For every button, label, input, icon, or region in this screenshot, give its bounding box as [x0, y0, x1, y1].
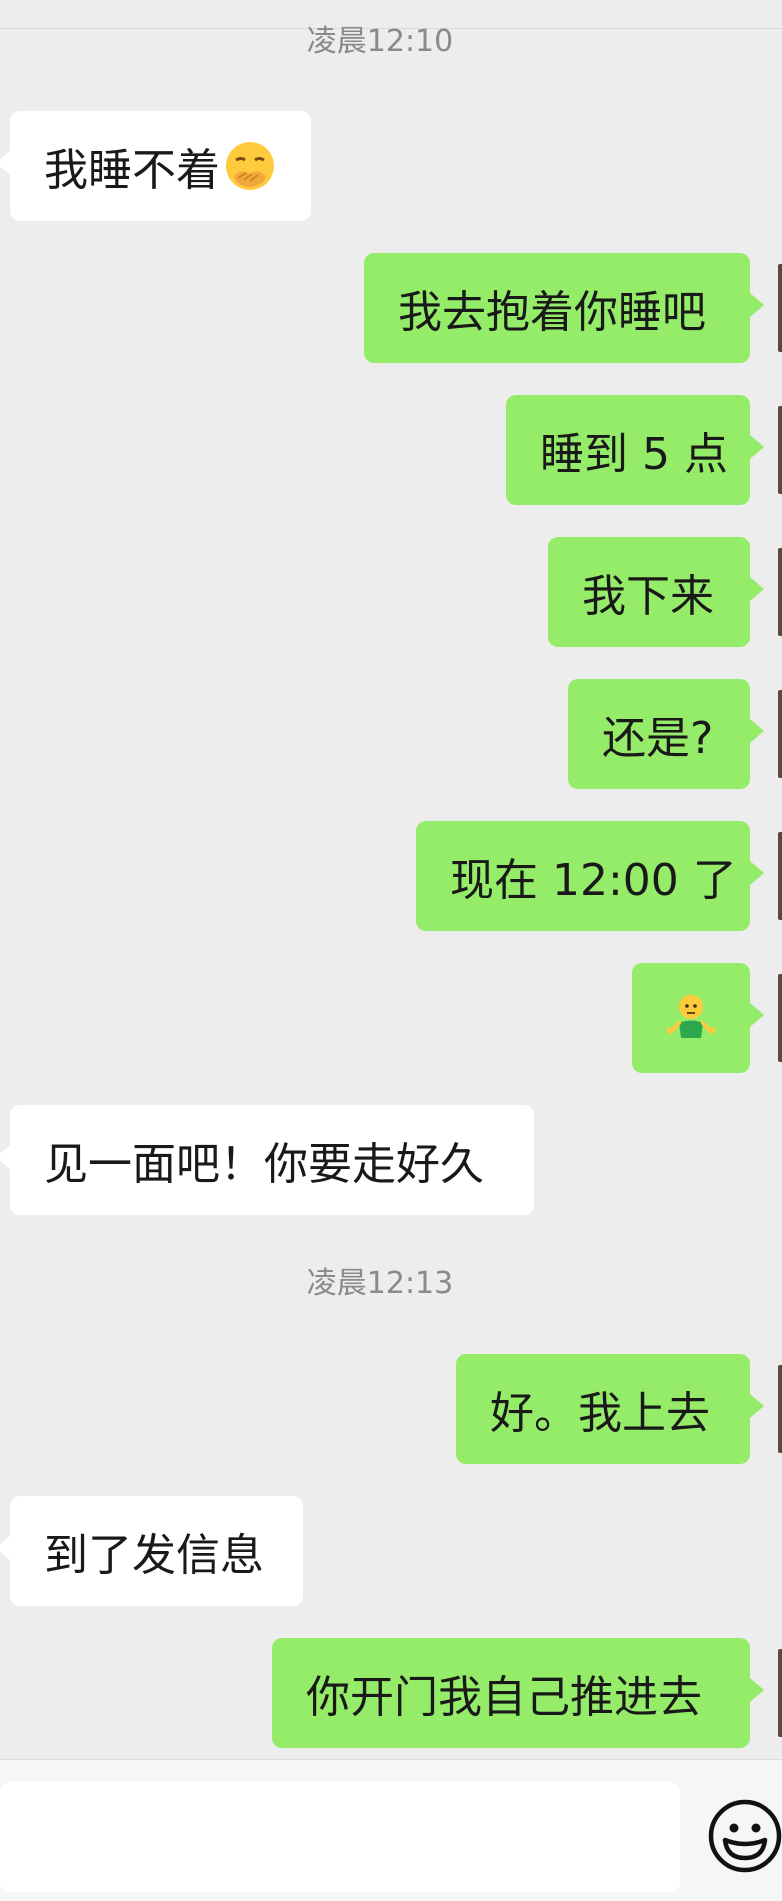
message-text: 我下来: [582, 571, 714, 622]
message-text: 你开门我自己推进去: [306, 1672, 702, 1723]
message-input[interactable]: [0, 1782, 680, 1892]
shrug-figure-icon: [666, 995, 716, 1038]
message-bubble-outgoing[interactable]: [632, 963, 764, 1073]
avatar-edge[interactable]: [778, 974, 782, 1062]
timestamp: 凌晨12:10: [306, 24, 454, 59]
message-bubble-outgoing[interactable]: 我下来: [548, 537, 764, 647]
avatar-edge[interactable]: [778, 264, 782, 352]
message-text: 见一面吧！你要走好久: [44, 1139, 484, 1190]
message-text: 现在 12:00 了: [450, 855, 737, 906]
message-bubble-incoming[interactable]: 我睡不着: [0, 111, 311, 221]
timestamp: 凌晨12:13: [306, 1266, 454, 1301]
message-text: 到了发信息: [44, 1530, 264, 1581]
avatar-edge[interactable]: [778, 1365, 782, 1453]
avatar-edge[interactable]: [778, 548, 782, 636]
message-bubble-outgoing[interactable]: 我去抱着你睡吧: [364, 253, 764, 363]
avatar-edge[interactable]: [778, 690, 782, 778]
smiley-icon[interactable]: [707, 1798, 782, 1874]
input-bar: [0, 1759, 782, 1901]
message-text: 我睡不着: [44, 145, 220, 196]
message-bubble-outgoing[interactable]: 你开门我自己推进去: [272, 1638, 764, 1748]
message-bubble-incoming[interactable]: 见一面吧！你要走好久: [0, 1105, 534, 1215]
avatar-edge[interactable]: [778, 832, 782, 920]
message-text: 还是?: [602, 713, 714, 764]
message-bubble-incoming[interactable]: 到了发信息: [0, 1496, 303, 1606]
message-text: 我去抱着你睡吧: [398, 287, 706, 338]
message-bubble-outgoing[interactable]: 好。我上去: [456, 1354, 764, 1464]
message-bubble-outgoing[interactable]: 睡到 5 点: [506, 395, 764, 505]
message-text: 好。我上去: [490, 1388, 710, 1439]
message-bubble-outgoing[interactable]: 还是?: [568, 679, 764, 789]
avatar-edge[interactable]: [778, 406, 782, 494]
avatar-edge[interactable]: [778, 1649, 782, 1737]
message-text: 睡到 5 点: [540, 429, 728, 480]
face-with-hand-over-mouth-icon: [226, 142, 274, 190]
message-bubble-outgoing[interactable]: 现在 12:00 了: [416, 821, 764, 931]
